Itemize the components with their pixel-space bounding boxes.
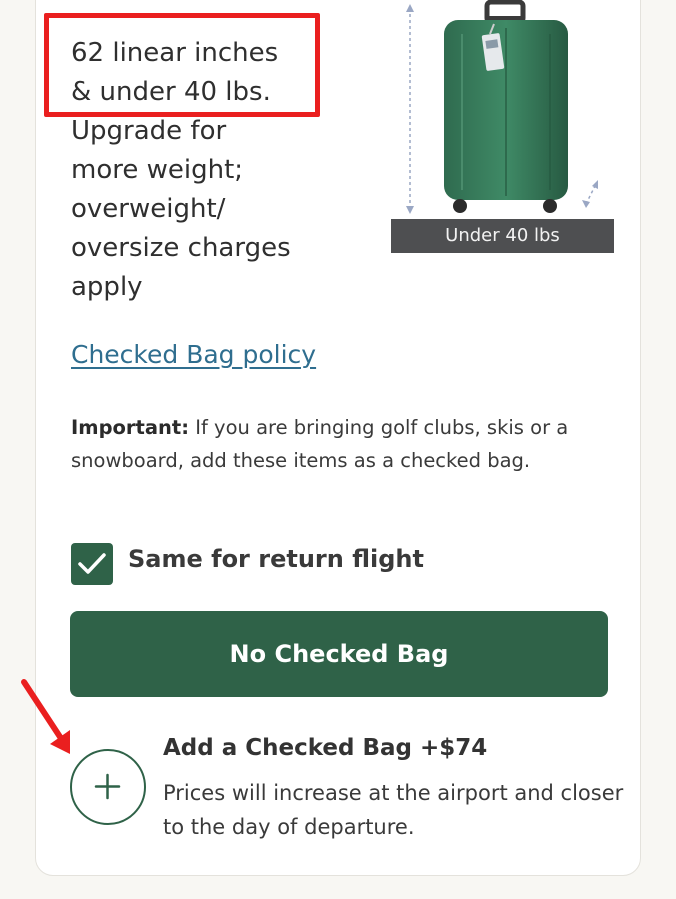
size-line: more weight; xyxy=(71,155,244,185)
annotation-arrow-icon xyxy=(21,679,70,754)
checkmark-icon xyxy=(78,553,106,574)
size-line: apply xyxy=(71,272,143,302)
size-line: Upgrade for xyxy=(71,116,227,146)
same-for-return-label[interactable]: Same for return flight xyxy=(128,545,424,573)
suitcase-icon xyxy=(406,0,598,214)
no-checked-bag-button[interactable]: No Checked Bag xyxy=(70,611,608,697)
same-for-return-checkbox[interactable] xyxy=(71,543,113,585)
add-checked-bag-description: Prices will increase at the airport and … xyxy=(163,781,624,839)
important-label: Important: xyxy=(71,416,190,439)
weight-limit-label: Under 40 lbs xyxy=(391,219,614,253)
checked-bag-policy-link[interactable]: Checked Bag policy xyxy=(71,340,316,369)
annotation-highlight-box xyxy=(44,13,320,117)
size-line: oversize charges xyxy=(71,233,291,263)
add-checked-bag-title[interactable]: Add a Checked Bag +$74 xyxy=(163,735,487,761)
plus-icon xyxy=(94,773,121,800)
important-note: Important: If you are bringing golf club… xyxy=(71,411,611,477)
size-line: overweight/ xyxy=(71,194,226,224)
add-checked-bag-button[interactable] xyxy=(70,749,146,825)
